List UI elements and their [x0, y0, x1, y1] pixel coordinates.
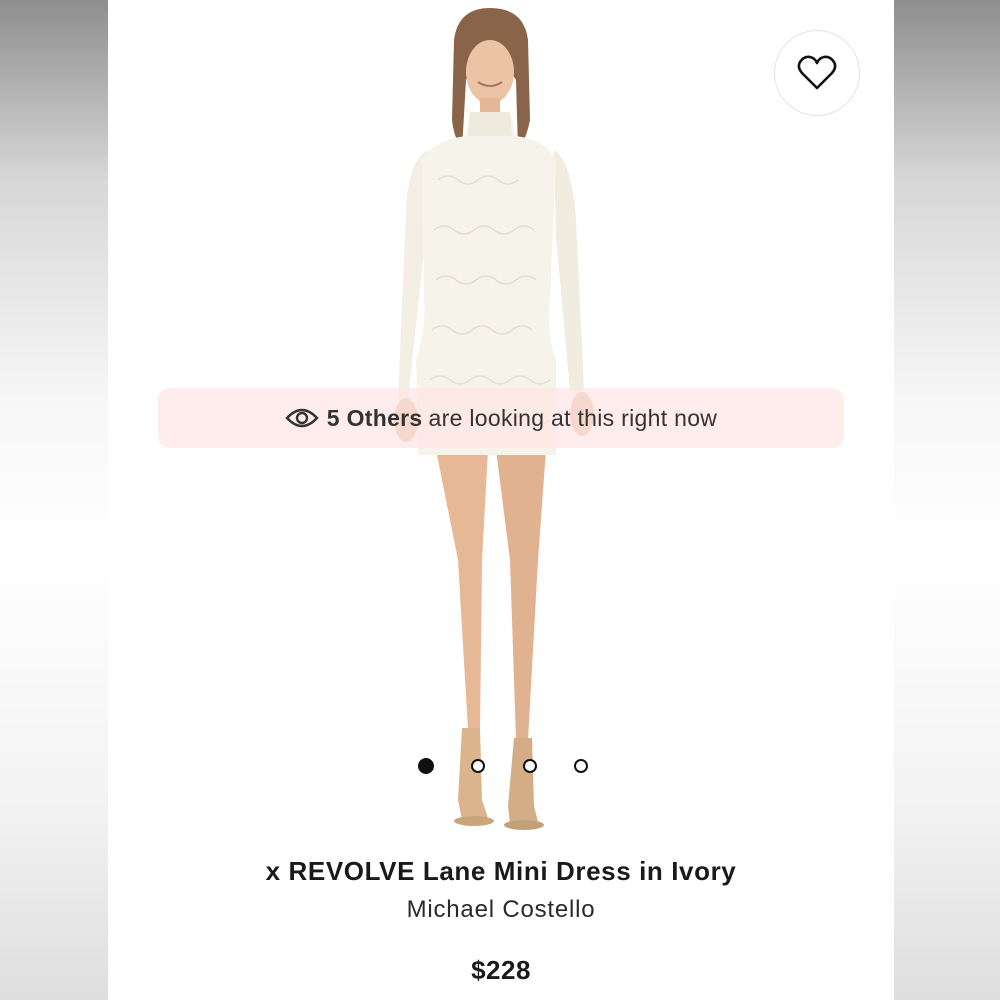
favorite-button[interactable]: [774, 30, 860, 116]
gallery-dot[interactable]: [522, 759, 537, 773]
product-card: 5 Others are looking at this right now x…: [108, 0, 894, 1000]
gallery-dot[interactable]: [418, 758, 434, 774]
gallery-dot[interactable]: [471, 759, 486, 773]
viewers-banner: 5 Others are looking at this right now: [158, 388, 844, 448]
viewers-count: 5 Others: [326, 404, 423, 431]
left-backdrop: [0, 0, 108, 1000]
heart-icon: [797, 55, 837, 90]
eye-icon: [285, 407, 319, 429]
gallery-pagination: [418, 756, 588, 776]
viewers-text: are looking at this right now: [428, 404, 718, 431]
right-backdrop: [894, 0, 1000, 1000]
product-brand[interactable]: Michael Costello: [108, 896, 894, 924]
product-price: $228: [471, 955, 531, 985]
gallery-dot[interactable]: [573, 759, 588, 773]
product-title[interactable]: x REVOLVE Lane Mini Dress in Ivory: [108, 856, 894, 887]
